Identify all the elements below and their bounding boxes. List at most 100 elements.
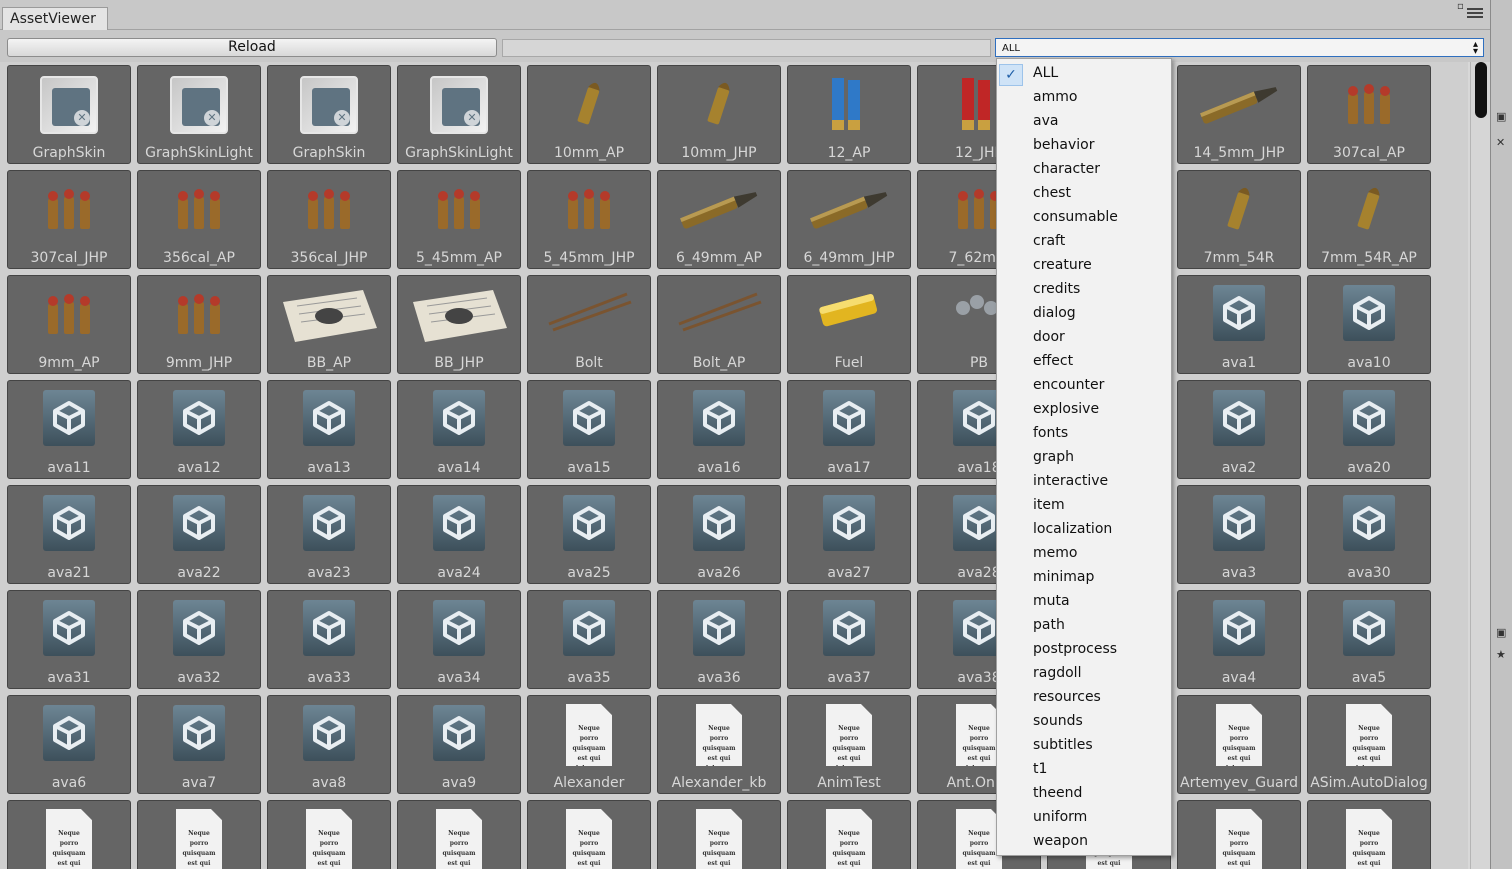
window-menu-icon[interactable] bbox=[1467, 6, 1483, 20]
dropdown-option-localization[interactable]: localization bbox=[997, 518, 1171, 542]
dropdown-option-t1[interactable]: t1 bbox=[997, 758, 1171, 782]
asset-cell[interactable]: Neque porro quisquam est qui dolorem. bbox=[657, 800, 781, 869]
asset-cell[interactable]: ava21 bbox=[7, 485, 131, 584]
asset-cell[interactable]: ava27 bbox=[787, 485, 911, 584]
asset-cell[interactable]: 5_45mm_JHP bbox=[527, 170, 651, 269]
asset-cell[interactable]: 10mm_AP bbox=[527, 65, 651, 164]
asset-cell[interactable]: 307cal_AP bbox=[1307, 65, 1431, 164]
asset-cell[interactable]: Neque porro quisquam est qui dolorem. bbox=[397, 800, 521, 869]
scrollbar-thumb[interactable] bbox=[1475, 62, 1487, 118]
dropdown-option-path[interactable]: path bbox=[997, 614, 1171, 638]
star-icon[interactable]: ★ bbox=[1496, 648, 1506, 661]
dropdown-option-graph[interactable]: graph bbox=[997, 446, 1171, 470]
dropdown-option-theend[interactable]: theend bbox=[997, 782, 1171, 806]
dropdown-option-dialog[interactable]: dialog bbox=[997, 302, 1171, 326]
asset-cell[interactable]: ava16 bbox=[657, 380, 781, 479]
asset-cell[interactable]: ava1 bbox=[1177, 275, 1301, 374]
dropdown-option-muta[interactable]: muta bbox=[997, 590, 1171, 614]
dropdown-option-effect[interactable]: effect bbox=[997, 350, 1171, 374]
asset-cell[interactable]: ava9 bbox=[397, 695, 521, 794]
dropdown-option-consumable[interactable]: consumable bbox=[997, 206, 1171, 230]
dropdown-option-explosive[interactable]: explosive bbox=[997, 398, 1171, 422]
asset-cell[interactable]: ✕ GraphSkin bbox=[7, 65, 131, 164]
dropdown-option-minimap[interactable]: minimap bbox=[997, 566, 1171, 590]
asset-cell[interactable]: 356cal_AP bbox=[137, 170, 261, 269]
asset-cell[interactable]: ava7 bbox=[137, 695, 261, 794]
asset-cell[interactable]: Neque porro quisquam est qui dolorem. bbox=[1177, 800, 1301, 869]
asset-cell[interactable]: ava33 bbox=[267, 590, 391, 689]
asset-cell[interactable]: Bolt bbox=[527, 275, 651, 374]
asset-cell[interactable]: Fuel bbox=[787, 275, 911, 374]
asset-cell[interactable]: Neque porro quisquam est qui dolorem. bbox=[137, 800, 261, 869]
asset-cell[interactable]: ✕ GraphSkinLight bbox=[137, 65, 261, 164]
asset-cell[interactable]: ava26 bbox=[657, 485, 781, 584]
asset-cell[interactable]: ava14 bbox=[397, 380, 521, 479]
asset-cell[interactable]: ✕ GraphSkin bbox=[267, 65, 391, 164]
asset-cell[interactable]: 9mm_JHP bbox=[137, 275, 261, 374]
asset-cell[interactable]: Neque porro quisquam est qui dolorem. ASi… bbox=[1307, 695, 1431, 794]
asset-cell[interactable]: ava25 bbox=[527, 485, 651, 584]
asset-cell[interactable]: 6_49mm_JHP bbox=[787, 170, 911, 269]
asset-cell[interactable]: ava10 bbox=[1307, 275, 1431, 374]
asset-cell[interactable]: Neque porro quisquam est qui dolorem. Ale… bbox=[657, 695, 781, 794]
dropdown-option-craft[interactable]: craft bbox=[997, 230, 1171, 254]
asset-cell[interactable]: ava32 bbox=[137, 590, 261, 689]
asset-cell[interactable]: 307cal_JHP bbox=[7, 170, 131, 269]
lock-icon[interactable]: ▣ bbox=[1496, 626, 1506, 639]
asset-cell[interactable]: Bolt_AP bbox=[657, 275, 781, 374]
asset-cell[interactable]: ava8 bbox=[267, 695, 391, 794]
asset-cell[interactable]: ava4 bbox=[1177, 590, 1301, 689]
lock-icon[interactable]: ▣ bbox=[1496, 110, 1506, 123]
close-icon[interactable]: ✕ bbox=[1496, 136, 1505, 149]
asset-cell[interactable]: 7mm_54R bbox=[1177, 170, 1301, 269]
dropdown-option-ammo[interactable]: ammo bbox=[997, 86, 1171, 110]
asset-cell[interactable]: 12_AP bbox=[787, 65, 911, 164]
asset-cell[interactable]: Neque porro quisquam est qui dolorem. bbox=[7, 800, 131, 869]
dropdown-option-uniform[interactable]: uniform bbox=[997, 806, 1171, 830]
asset-cell[interactable]: ✕ GraphSkinLight bbox=[397, 65, 521, 164]
asset-cell[interactable]: 10mm_JHP bbox=[657, 65, 781, 164]
asset-cell[interactable]: ava22 bbox=[137, 485, 261, 584]
asset-cell[interactable]: ava31 bbox=[7, 590, 131, 689]
asset-cell[interactable]: ava17 bbox=[787, 380, 911, 479]
filter-select[interactable]: ALL ▴ ▾ bbox=[995, 38, 1484, 57]
asset-cell[interactable]: Neque porro quisquam est qui dolorem. Ani… bbox=[787, 695, 911, 794]
asset-cell[interactable]: ava13 bbox=[267, 380, 391, 479]
dropdown-option-ava[interactable]: ava bbox=[997, 110, 1171, 134]
asset-cell[interactable]: Neque porro quisquam est qui dolorem. Ale… bbox=[527, 695, 651, 794]
asset-cell[interactable]: ava34 bbox=[397, 590, 521, 689]
asset-cell[interactable]: BB_AP bbox=[267, 275, 391, 374]
asset-cell[interactable]: 9mm_AP bbox=[7, 275, 131, 374]
asset-cell[interactable]: ava5 bbox=[1307, 590, 1431, 689]
asset-cell[interactable]: ava2 bbox=[1177, 380, 1301, 479]
vertical-scrollbar[interactable] bbox=[1470, 62, 1490, 869]
dropdown-option-creature[interactable]: creature bbox=[997, 254, 1171, 278]
asset-cell[interactable]: ava30 bbox=[1307, 485, 1431, 584]
asset-cell[interactable]: ava20 bbox=[1307, 380, 1431, 479]
dropdown-option-weapon[interactable]: weapon bbox=[997, 830, 1171, 854]
asset-cell[interactable]: Neque porro quisquam est qui dolorem. bbox=[527, 800, 651, 869]
dropdown-option-ragdoll[interactable]: ragdoll bbox=[997, 662, 1171, 686]
asset-cell[interactable]: Neque porro quisquam est qui dolorem. bbox=[1307, 800, 1431, 869]
reload-button[interactable]: Reload bbox=[7, 38, 497, 57]
asset-cell[interactable]: BB_JHP bbox=[397, 275, 521, 374]
asset-cell[interactable]: 5_45mm_AP bbox=[397, 170, 521, 269]
dropdown-option-door[interactable]: door bbox=[997, 326, 1171, 350]
dropdown-option-postprocess[interactable]: postprocess bbox=[997, 638, 1171, 662]
asset-cell[interactable]: 7mm_54R_AP bbox=[1307, 170, 1431, 269]
asset-cell[interactable]: ava36 bbox=[657, 590, 781, 689]
dropdown-option-resources[interactable]: resources bbox=[997, 686, 1171, 710]
dropdown-option-behavior[interactable]: behavior bbox=[997, 134, 1171, 158]
asset-cell[interactable]: 356cal_JHP bbox=[267, 170, 391, 269]
asset-cell[interactable]: ava37 bbox=[787, 590, 911, 689]
asset-cell[interactable]: ava15 bbox=[527, 380, 651, 479]
dropdown-option-sounds[interactable]: sounds bbox=[997, 710, 1171, 734]
dropdown-option-credits[interactable]: credits bbox=[997, 278, 1171, 302]
asset-cell[interactable]: Neque porro quisquam est qui dolorem. bbox=[787, 800, 911, 869]
dropdown-option-memo[interactable]: memo bbox=[997, 542, 1171, 566]
asset-cell[interactable]: ava35 bbox=[527, 590, 651, 689]
tab-assetviewer[interactable]: AssetViewer bbox=[2, 7, 108, 30]
dropdown-option-item[interactable]: item bbox=[997, 494, 1171, 518]
dropdown-option-chest[interactable]: chest bbox=[997, 182, 1171, 206]
asset-cell[interactable]: Neque porro quisquam est qui dolorem. Art… bbox=[1177, 695, 1301, 794]
